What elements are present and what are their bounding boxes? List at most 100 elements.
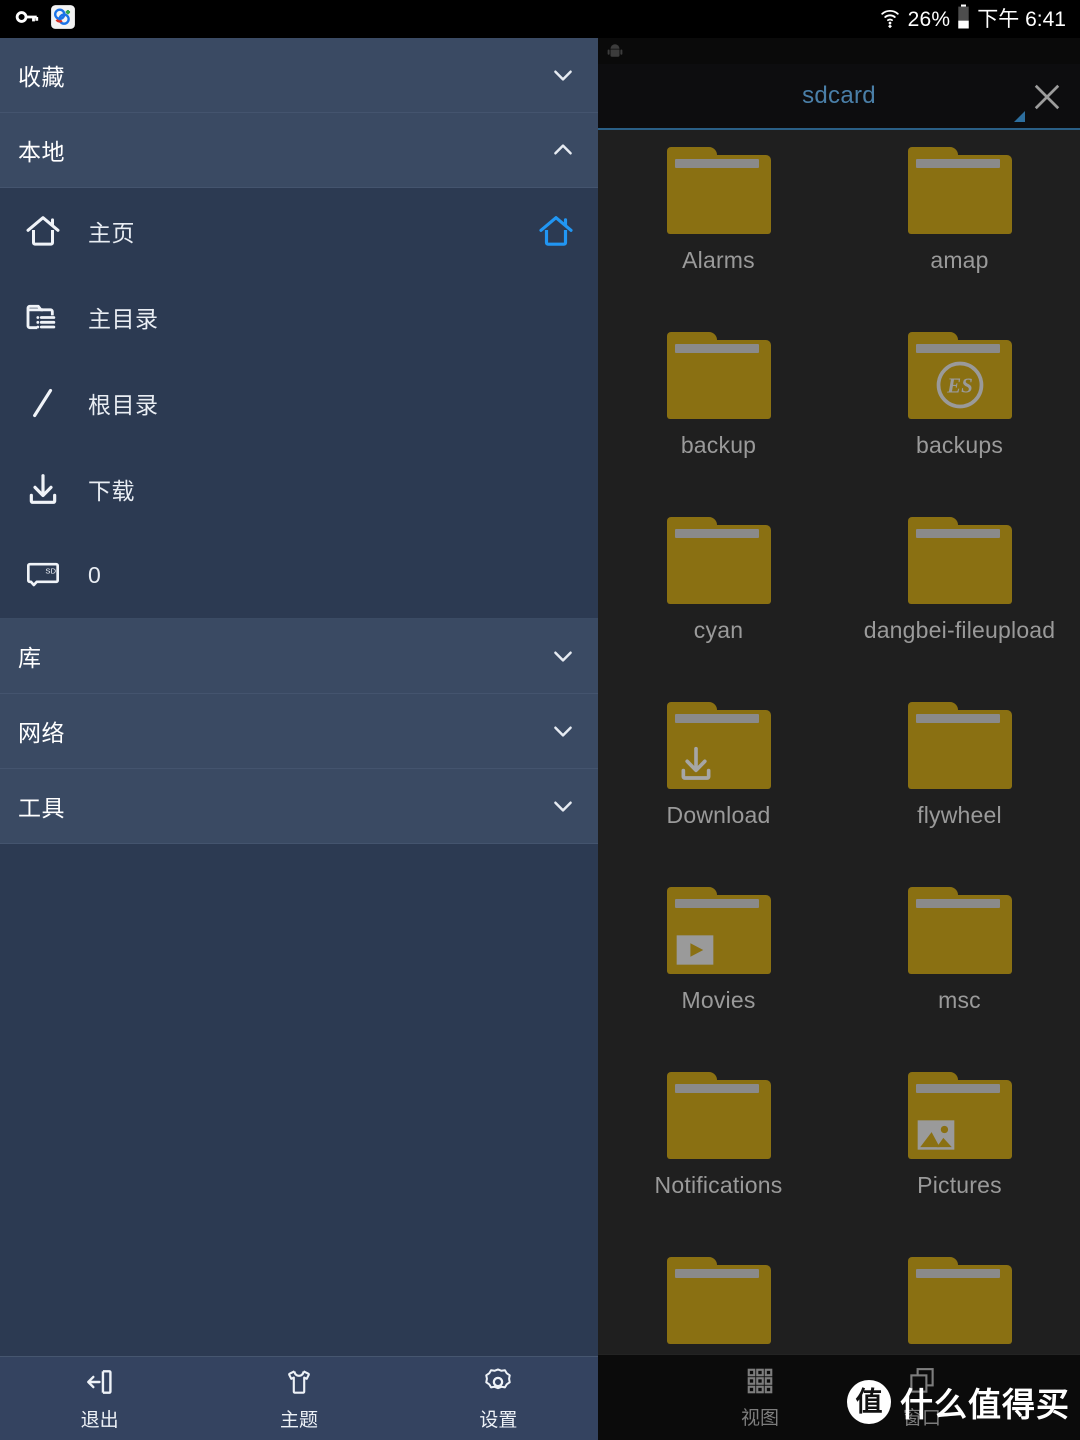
- svg-text:SD: SD: [45, 566, 56, 575]
- folder-grid: Alarms amap backup ES backups cyan dangbei-fil…: [598, 130, 1080, 1354]
- tshirt-icon: [282, 1365, 316, 1399]
- folder-strip: [915, 714, 1000, 723]
- folder-icon: [907, 1072, 1012, 1159]
- group-header-network-label: 网络: [18, 720, 65, 746]
- group-header-library-label: 库: [18, 645, 42, 671]
- folder-strip: [674, 714, 759, 723]
- drawer-empty-space: [0, 844, 598, 1344]
- window-button-label: 窗口: [902, 1408, 941, 1429]
- view-button-label: 视图: [740, 1408, 779, 1429]
- exit-button[interactable]: 退出: [0, 1357, 199, 1440]
- folder-item[interactable]: flywheel: [839, 698, 1080, 883]
- folder-icon: [666, 147, 771, 234]
- navigation-drawer: 收藏 本地 主页 主目录 根目录 下载 SD 0 库 网络 工具 退出 主题 设…: [0, 38, 598, 1440]
- folder-strip: [915, 159, 1000, 168]
- sidebar-item-sdcard[interactable]: SD 0: [0, 532, 598, 618]
- folder-strip: [915, 344, 1000, 353]
- folder-item[interactable]: dangbei-fileupload: [839, 513, 1080, 698]
- android-robot-icon: [606, 42, 624, 60]
- group-header-local[interactable]: 本地: [0, 113, 598, 188]
- folder-icon: [666, 332, 771, 419]
- folder-item[interactable]: Movies: [598, 883, 839, 1068]
- gear-icon: [481, 1365, 515, 1399]
- folder-label: Pictures: [917, 1172, 1002, 1198]
- folder-label: dangbei-fileupload: [863, 617, 1056, 643]
- status-bar: 26% 下午 6:41: [0, 0, 1080, 38]
- folder-label: Movies: [681, 987, 756, 1013]
- chevron-down-icon: [550, 62, 576, 88]
- vpn-key-icon: [14, 4, 40, 35]
- sidebar-item-sdcard-label: 0: [88, 561, 102, 588]
- window-button[interactable]: 窗口: [842, 1355, 1002, 1440]
- status-bar-left-icons: [14, 4, 76, 35]
- slash-icon: [20, 380, 66, 426]
- theme-button[interactable]: 主题: [199, 1357, 398, 1440]
- battery-icon: [957, 4, 970, 34]
- download-icon: [673, 741, 719, 787]
- sidebar-item-home[interactable]: 主页: [0, 188, 598, 274]
- drawer-bottom-bar: 退出 主题 设置: [0, 1356, 598, 1440]
- home-accent-icon[interactable]: [536, 211, 576, 251]
- image-icon: [914, 1111, 960, 1157]
- folder-item[interactable]: Notifications: [598, 1068, 839, 1253]
- folder-item[interactable]: Download: [598, 698, 839, 883]
- folder-icon: ES: [907, 332, 1012, 419]
- group-header-network[interactable]: 网络: [0, 694, 598, 769]
- view-button[interactable]: 视图: [680, 1355, 840, 1440]
- group-header-tools[interactable]: 工具: [0, 769, 598, 844]
- folder-strip: [915, 899, 1000, 908]
- folder-strip: [915, 1269, 1000, 1278]
- download-icon: [20, 466, 66, 512]
- folder-label: msc: [938, 987, 981, 1013]
- folder-label: backup: [680, 432, 757, 458]
- file-browser-panel: sdcard Alarms amap backup ES backups cyan dang…: [598, 38, 1080, 1440]
- folder-label: backups: [915, 432, 1004, 458]
- folder-item[interactable]: Alarms: [598, 143, 839, 328]
- tab-sdcard-label: sdcard: [802, 82, 876, 109]
- settings-button[interactable]: 设置: [399, 1357, 598, 1440]
- screen-root: 26% 下午 6:41 sdcard Alarms amap backup ES…: [0, 0, 1080, 1440]
- folder-icon: [666, 517, 771, 604]
- folder-item[interactable]: ES backups: [839, 328, 1080, 513]
- drawer-scroll-area[interactable]: 收藏 本地 主页 主目录 根目录 下载 SD 0 库 网络 工具: [0, 38, 598, 1356]
- folder-strip: [915, 1084, 1000, 1093]
- sidebar-item-root-directory[interactable]: 根目录: [0, 360, 598, 446]
- group-header-local-label: 本地: [18, 139, 65, 165]
- folder-strip: [674, 159, 759, 168]
- folder-item[interactable]: cyan: [598, 513, 839, 698]
- chevron-down-icon: [550, 718, 576, 744]
- folder-icon: [907, 702, 1012, 789]
- grid-view-icon: [744, 1365, 776, 1397]
- folder-icon: [666, 1072, 771, 1159]
- exit-icon: [83, 1365, 117, 1399]
- clock-label: 下午 6:41: [977, 7, 1066, 31]
- sd-card-icon: SD: [20, 552, 66, 598]
- folder-list-icon: [20, 294, 66, 340]
- folder-item[interactable]: msc: [839, 883, 1080, 1068]
- folder-item[interactable]: backup: [598, 328, 839, 513]
- tab-sdcard[interactable]: sdcard: [598, 64, 1080, 128]
- home-icon: [20, 208, 66, 254]
- sidebar-item-download[interactable]: 下载: [0, 446, 598, 532]
- folder-strip: [674, 529, 759, 538]
- group-header-favorites[interactable]: 收藏: [0, 38, 598, 113]
- folder-label: amap: [930, 247, 989, 273]
- folder-item[interactable]: Pictures: [839, 1068, 1080, 1253]
- folder-strip: [674, 344, 759, 353]
- folder-icon: [907, 1257, 1012, 1344]
- folder-item[interactable]: amap: [839, 143, 1080, 328]
- group-header-library[interactable]: 库: [0, 619, 598, 694]
- folder-icon: [666, 1257, 771, 1344]
- sidebar-item-home-directory-label: 主目录: [88, 306, 159, 332]
- folder-label: Notifications: [654, 1172, 783, 1198]
- sidebar-item-home-label: 主页: [88, 220, 135, 246]
- windows-icon: [906, 1365, 938, 1397]
- app-sync-icon: [50, 4, 76, 35]
- sidebar-item-home-directory[interactable]: 主目录: [0, 274, 598, 360]
- folder-icon: [907, 147, 1012, 234]
- folder-icon: [666, 702, 771, 789]
- close-icon[interactable]: [1024, 74, 1070, 120]
- panel-top-strip: [598, 38, 1080, 64]
- folder-label: Download: [666, 802, 771, 828]
- folder-icon: [666, 887, 771, 974]
